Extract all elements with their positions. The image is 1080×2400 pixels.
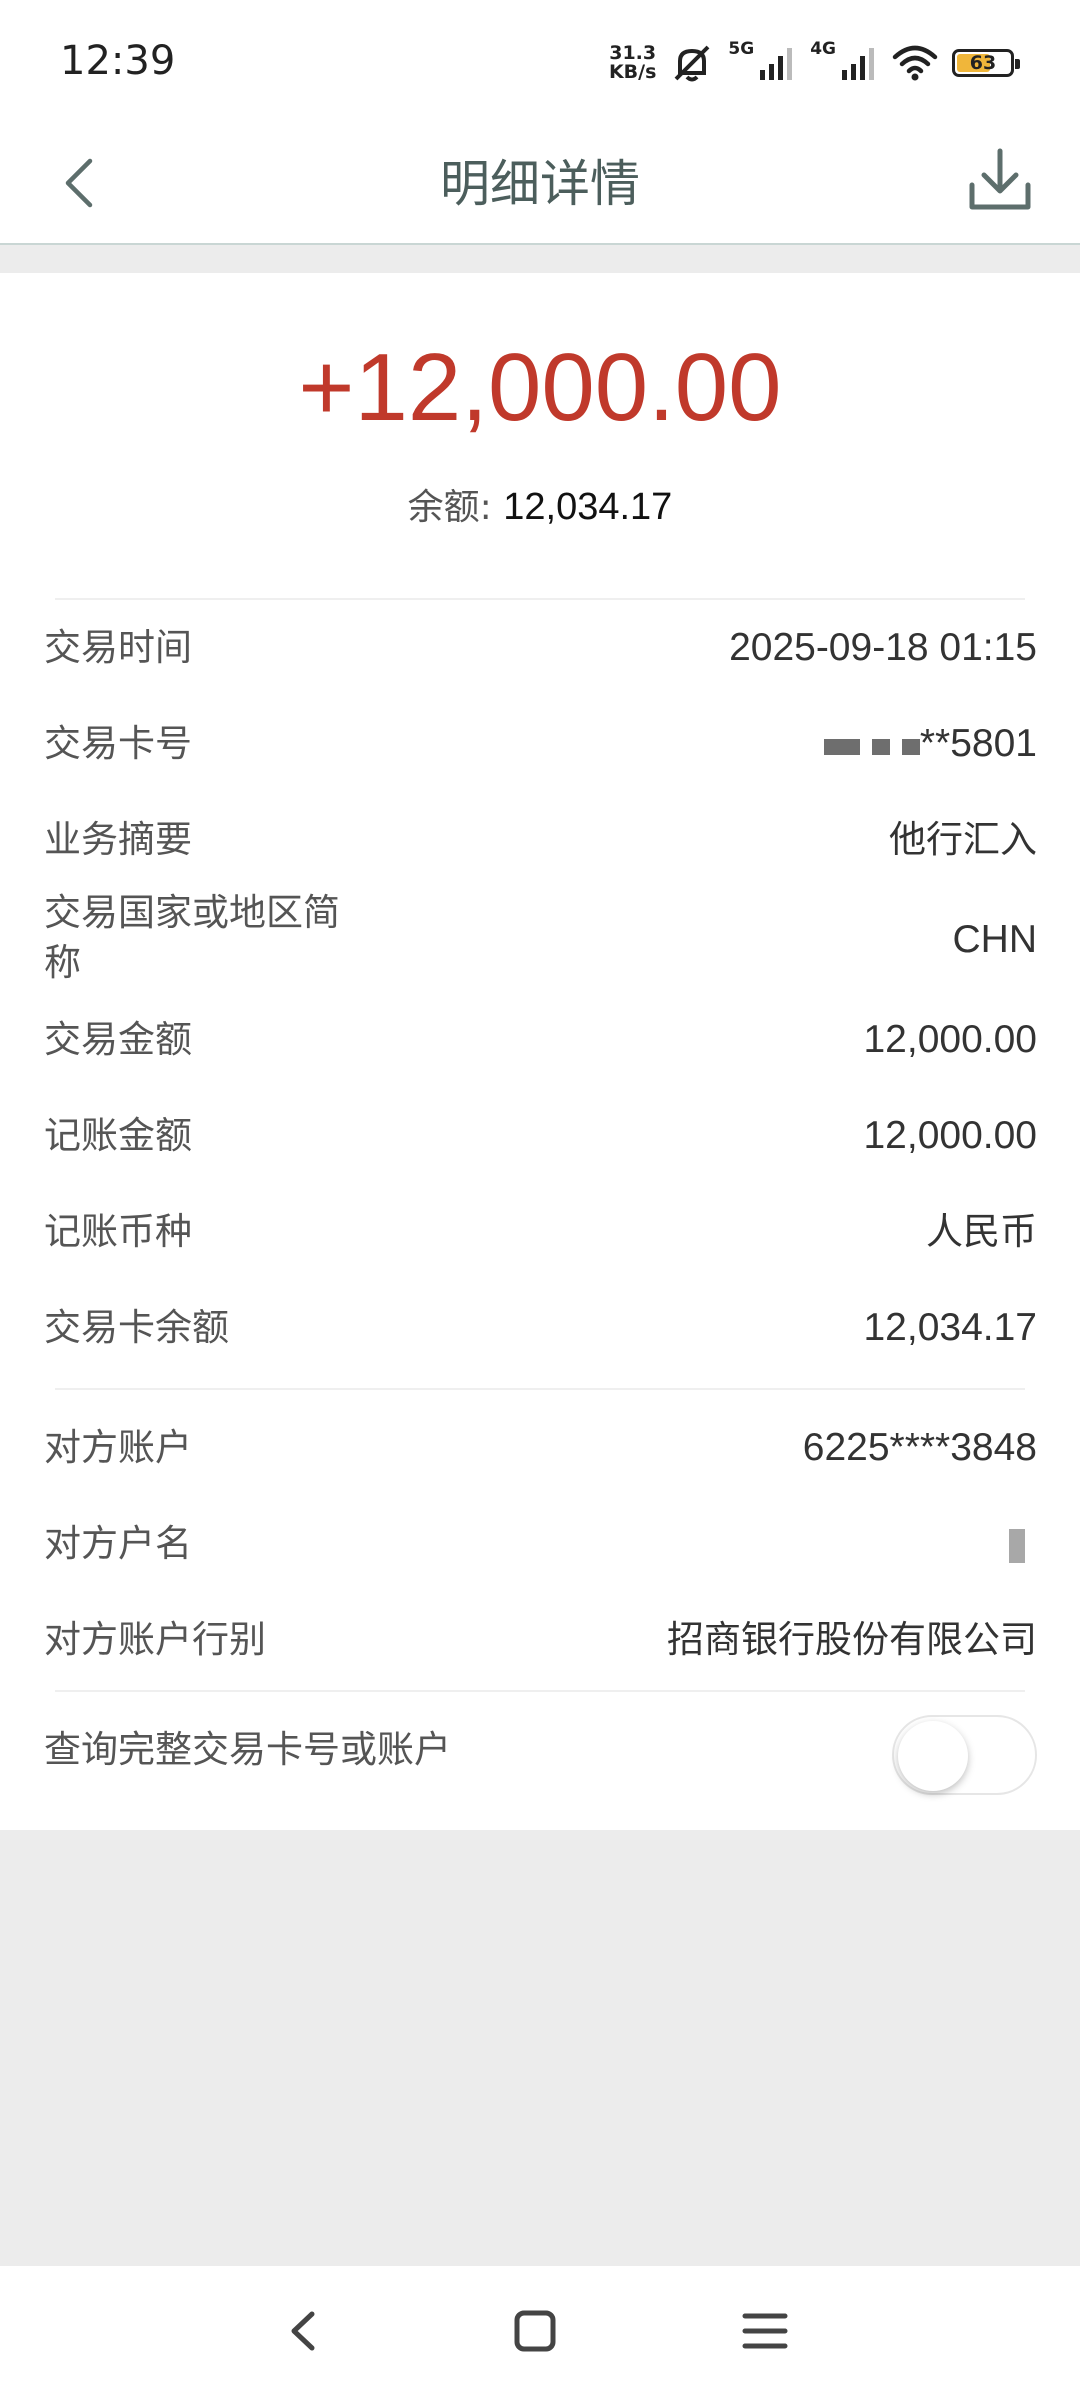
net-speed-unit: KB/s — [608, 61, 657, 83]
signal-5g-icon — [760, 48, 793, 80]
detail-label-line2: 称 — [44, 941, 81, 984]
header-bar: 明细详情 — [0, 125, 1080, 245]
toggle-label: 查询完整交易卡号或账户 — [44, 1728, 451, 1771]
detail-label: 业务摘要 — [44, 818, 192, 861]
redacted-block — [901, 739, 920, 756]
detail-label: 交易卡余额 — [44, 1306, 229, 1349]
detail-value: 人民币 — [926, 1210, 1037, 1253]
redacted-block — [871, 739, 890, 756]
net-5g-label: 5G — [728, 39, 755, 59]
detail-value: 12,000.00 — [863, 1114, 1037, 1157]
net-speed: 31.3 KB/s — [609, 44, 656, 82]
battery-icon: 63 — [952, 49, 1020, 77]
status-time: 12:39 — [60, 38, 176, 84]
battery-cap — [1015, 59, 1020, 69]
square-home-icon[interactable] — [500, 2296, 570, 2366]
menu-icon[interactable] — [730, 2296, 800, 2366]
detail-label: 对方账户行别 — [44, 1618, 266, 1661]
redacted-mask — [823, 721, 920, 771]
redacted-block — [823, 739, 860, 756]
transaction-amount: +12,000.00 — [298, 334, 782, 441]
divider — [55, 1690, 1025, 1692]
show-full-number-row: 查询完整交易卡号或账户 — [44, 1705, 1037, 1795]
detail-value: 他行汇入 — [889, 818, 1037, 861]
page-title: 明细详情 — [440, 155, 640, 213]
detail-label: 交易时间 — [44, 626, 192, 669]
system-nav-bar — [0, 2266, 1080, 2400]
detail-label-line1: 交易国家或地区简 — [44, 891, 340, 934]
detail-value: **5801 — [919, 722, 1037, 765]
triangle-back-icon[interactable] — [270, 2296, 340, 2366]
detail-label: 交易金额 — [44, 1018, 192, 1061]
wifi-icon — [892, 45, 938, 81]
toggle-knob — [898, 1721, 968, 1791]
detail-value: 招商银行股份有限公司 — [667, 1618, 1037, 1661]
detail-value-wrapper: **5801 — [823, 719, 1037, 771]
balance-line: 余额: 12,034.17 — [0, 478, 1080, 530]
detail-value: 12,000.00 — [863, 1018, 1037, 1061]
redacted-block — [1009, 1528, 1025, 1563]
mute-notification-icon — [674, 45, 710, 82]
detail-value-wrapper — [1009, 1519, 1037, 1569]
detail-label: 对方账户 — [44, 1426, 192, 1469]
detail-value: CHN — [952, 918, 1038, 961]
detail-value: 2025-09-18 01:15 — [729, 626, 1037, 669]
transaction-detail-card: +12,000.00 余额: 12,034.17 交易时间 2025-09-18… — [0, 273, 1080, 1830]
show-full-number-toggle[interactable] — [892, 1715, 1037, 1795]
detail-value: 6225****3848 — [802, 1426, 1037, 1469]
detail-row-country: 交易国家或地区简 称 CHN — [44, 888, 1037, 992]
divider — [55, 1388, 1025, 1390]
status-icons: 31.3 KB/s 5G 4G 63 — [609, 38, 1020, 88]
detail-label: 记账币种 — [44, 1210, 192, 1253]
detail-value: 12,034.17 — [863, 1306, 1037, 1349]
detail-label: 对方户名 — [44, 1522, 192, 1565]
divider — [55, 598, 1025, 600]
battery-level: 63 — [969, 52, 997, 74]
signal-4g-icon — [842, 48, 874, 80]
status-bar: 12:39 31.3 KB/s 5G 4G 63 — [0, 0, 1080, 125]
balance-label: 余额: — [407, 487, 504, 528]
net-4g-label: 4G — [810, 39, 836, 59]
balance-value: 12,034.17 — [503, 486, 673, 528]
detail-label: 记账金额 — [44, 1114, 192, 1157]
download-icon[interactable] — [960, 139, 1040, 223]
detail-label: 交易卡号 — [44, 722, 192, 765]
